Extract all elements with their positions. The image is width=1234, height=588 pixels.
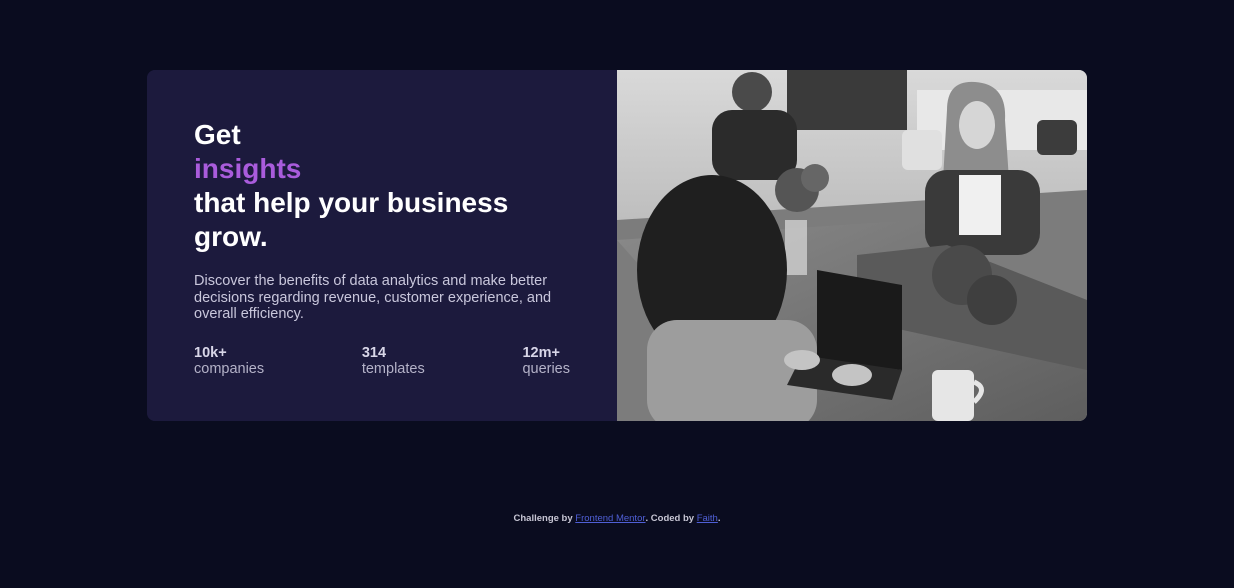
stat-label: companies [194,360,265,377]
attribution-prefix: Challenge by [513,513,576,524]
headline: Get insights that help your business gro… [194,118,577,254]
stat-value: 10k+ [194,344,227,361]
headline-line-3: that help your business [194,187,509,218]
stats-row: 10k+ companies 314 templates 12m+ querie… [194,345,570,378]
stat-companies: 10k+ companies [194,345,264,378]
stat-queries: 12m+ queries [522,345,570,378]
stat-templates: 314 templates [362,345,425,378]
description: Discover the benefits of data analytics … [194,273,552,322]
office-photo-illustration [617,70,1087,421]
stat-label: queries [522,360,570,377]
attribution-middle: . Coded by [645,513,697,524]
attribution-footer: Challenge by Frontend Mentor. Coded by F… [0,513,1234,524]
attribution-suffix: . [717,513,721,524]
headline-line-4: grow. [194,221,268,252]
headline-line-1: Get [194,119,241,150]
card-content: Get insights that help your business gro… [147,70,617,421]
frontend-mentor-link[interactable]: Frontend Mentor [575,513,645,524]
stat-value: 314 [361,344,387,361]
author-link[interactable]: Faith [697,513,718,524]
stat-label: templates [361,360,425,377]
headline-accent: insights [194,153,302,184]
stat-value: 12m+ [522,344,560,361]
office-photo [617,70,1087,421]
stats-preview-card: Get insights that help your business gro… [147,70,1087,421]
